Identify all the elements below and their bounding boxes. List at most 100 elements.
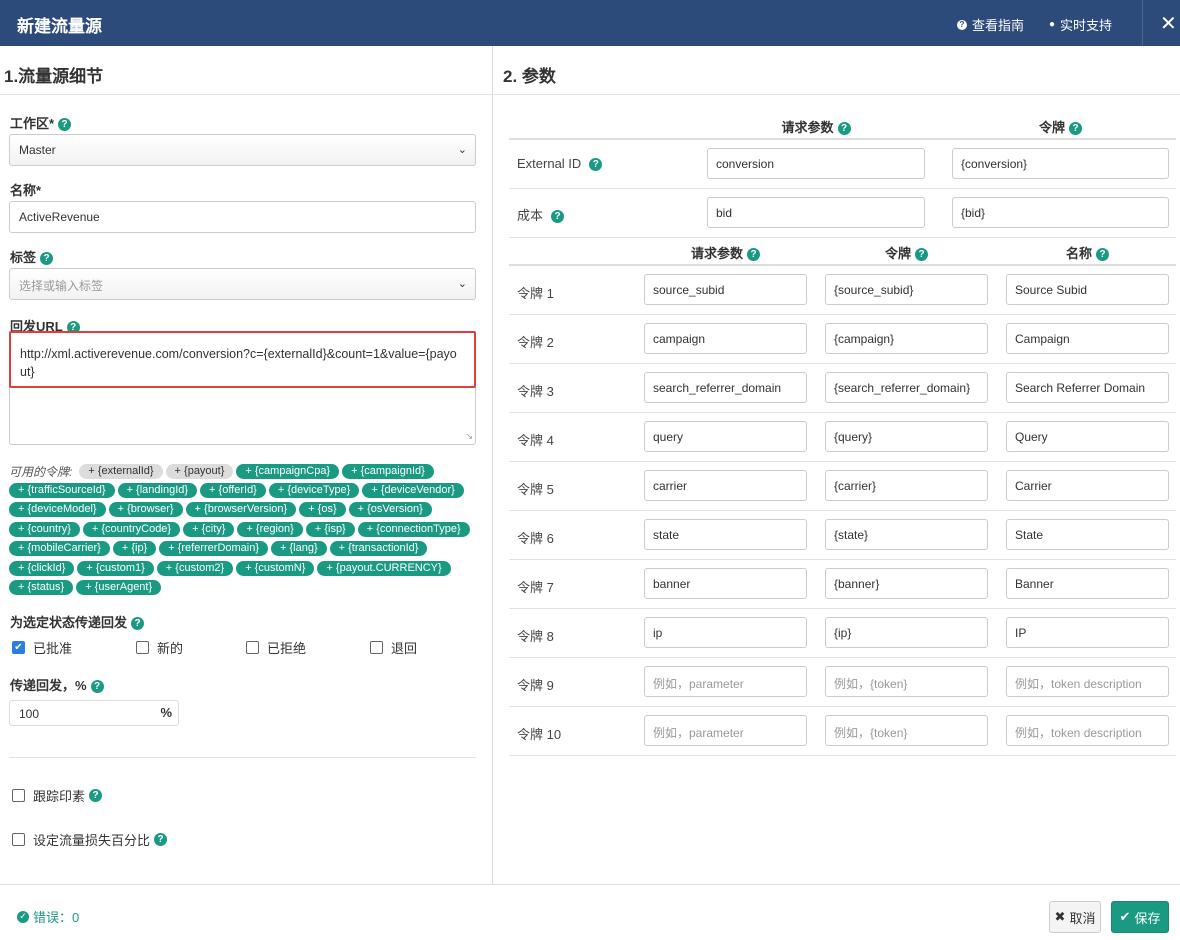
postback-url-textarea[interactable]: http://xml.activerevenue.com/conversion?…: [9, 331, 476, 445]
param-input[interactable]: 例如，parameter: [644, 715, 807, 746]
help-icon[interactable]: ?: [89, 789, 103, 802]
param-input[interactable]: 例如，parameter: [644, 666, 807, 697]
name-input[interactable]: 例如，token description: [1006, 715, 1169, 746]
param-input[interactable]: conversion: [707, 148, 925, 179]
token-chip[interactable]: + {city}: [183, 521, 235, 537]
pass-percent-input[interactable]: 100 %: [9, 700, 179, 726]
name-input[interactable]: Search Referrer Domain: [1006, 372, 1169, 403]
token-input[interactable]: {source_subid}: [825, 274, 988, 305]
param-input[interactable]: bid: [707, 197, 925, 228]
status-checkbox[interactable]: 新的: [136, 638, 183, 657]
token-chip[interactable]: + {osVersion}: [348, 502, 432, 518]
checkbox-icon: [136, 641, 149, 654]
track-impressions-checkbox[interactable]: 跟踪印素?: [12, 786, 103, 805]
token-input[interactable]: {conversion}: [952, 148, 1169, 179]
header-name: 名称?: [1006, 243, 1169, 262]
token-chip[interactable]: + {payout}: [165, 463, 234, 479]
param-input[interactable]: campaign: [644, 323, 807, 354]
token-chip[interactable]: + {country}: [9, 521, 80, 537]
support-link[interactable]: ● 实时支持: [1049, 15, 1112, 34]
token-chip[interactable]: + {os}: [299, 502, 346, 518]
token-input[interactable]: {state}: [825, 519, 988, 550]
name-input[interactable]: Campaign: [1006, 323, 1169, 354]
help-icon[interactable]: ?: [747, 248, 760, 262]
token-chip[interactable]: + {campaignId}: [342, 463, 434, 479]
status-checkbox[interactable]: 已拒绝: [246, 638, 306, 657]
workspace-select[interactable]: Master ⌄: [9, 134, 476, 166]
help-icon[interactable]: ?: [90, 680, 104, 694]
token-chip[interactable]: + {userAgent}: [76, 580, 162, 596]
token-chip[interactable]: + {region}: [237, 521, 303, 537]
header-request-param: 请求参数?: [644, 243, 807, 262]
name-input[interactable]: State: [1006, 519, 1169, 550]
close-button[interactable]: ✕: [1160, 11, 1177, 36]
name-input[interactable]: Source Subid: [1006, 274, 1169, 305]
token-chip[interactable]: + {browserVersion}: [185, 502, 297, 518]
token-chip[interactable]: + {externalId}: [79, 463, 163, 479]
token-chip[interactable]: + {clickId}: [9, 560, 75, 576]
traffic-loss-checkbox[interactable]: 设定流量损失百分比?: [12, 830, 168, 849]
name-input[interactable]: 例如，token description: [1006, 666, 1169, 697]
status-checkbox[interactable]: ✔ 已批准: [12, 638, 72, 657]
token-chip[interactable]: + {connectionType}: [357, 521, 470, 537]
token-input[interactable]: {banner}: [825, 568, 988, 599]
token-input[interactable]: {bid}: [952, 197, 1169, 228]
name-input[interactable]: IP: [1006, 617, 1169, 648]
help-icon[interactable]: ?: [1069, 122, 1082, 136]
help-icon[interactable]: ?: [58, 118, 72, 132]
help-icon[interactable]: ?: [915, 248, 928, 262]
name-input[interactable]: Query: [1006, 421, 1169, 452]
token-chip[interactable]: + {mobileCarrier}: [9, 541, 110, 557]
help-icon[interactable]: ?: [40, 252, 54, 266]
token-chip[interactable]: + {status}: [9, 580, 74, 596]
token-chip[interactable]: + {custom2}: [156, 560, 234, 576]
token-chip[interactable]: + {lang}: [271, 541, 327, 557]
token-chip[interactable]: + {deviceVendor}: [362, 483, 464, 498]
token-input[interactable]: 例如，{token}: [825, 715, 988, 746]
name-input[interactable]: Carrier: [1006, 470, 1169, 501]
help-icon[interactable]: ?: [1096, 248, 1109, 262]
guide-link[interactable]: ? 查看指南: [957, 15, 1024, 34]
help-icon[interactable]: ?: [131, 617, 145, 631]
token-chip[interactable]: + {campaignCpa}: [236, 463, 340, 479]
token-chip[interactable]: + {isp}: [305, 521, 355, 537]
resize-handle-icon[interactable]: ↘: [465, 431, 473, 442]
token-chip[interactable]: + {referrerDomain}: [159, 541, 269, 557]
param-input[interactable]: ip: [644, 617, 807, 648]
status-checkbox[interactable]: 退回: [370, 638, 417, 657]
token-chip[interactable]: + {browser}: [108, 502, 183, 518]
token-input[interactable]: {query}: [825, 421, 988, 452]
token-chip[interactable]: + {landingId}: [117, 483, 198, 498]
tags-select[interactable]: 选择或输入标签 ⌄: [9, 268, 476, 300]
token-input[interactable]: {search_referrer_domain}: [825, 372, 988, 403]
help-icon[interactable]: ?: [551, 210, 565, 224]
param-input[interactable]: banner: [644, 568, 807, 599]
token-chip[interactable]: + {payout.CURRENCY}: [317, 560, 451, 576]
token-chip[interactable]: + {offerId}: [200, 483, 266, 498]
token-chip[interactable]: + {transactionId}: [329, 541, 428, 557]
help-icon[interactable]: ?: [837, 122, 851, 136]
token-chip[interactable]: + {custom1}: [77, 560, 154, 576]
token-chip[interactable]: + {deviceType}: [268, 483, 360, 498]
token-input[interactable]: {ip}: [825, 617, 988, 648]
token-chip[interactable]: + {deviceModel}: [9, 502, 106, 518]
token-input[interactable]: {campaign}: [825, 323, 988, 354]
section-title-params: 2. 参数: [503, 67, 556, 86]
param-input[interactable]: search_referrer_domain: [644, 372, 807, 403]
help-icon[interactable]: ?: [154, 833, 168, 846]
save-button[interactable]: ✔ 保存: [1111, 901, 1169, 933]
param-input[interactable]: state: [644, 519, 807, 550]
token-chip[interactable]: + {trafficSourceId}: [9, 483, 115, 498]
param-input[interactable]: query: [644, 421, 807, 452]
token-input[interactable]: 例如，{token}: [825, 666, 988, 697]
name-input[interactable]: ActiveRevenue: [9, 201, 476, 233]
help-icon[interactable]: ?: [589, 158, 603, 172]
name-input[interactable]: Banner: [1006, 568, 1169, 599]
param-input[interactable]: carrier: [644, 470, 807, 501]
token-chip[interactable]: + {customN}: [236, 560, 315, 576]
token-input[interactable]: {carrier}: [825, 470, 988, 501]
token-chip[interactable]: + {countryCode}: [82, 521, 181, 537]
token-chip[interactable]: + {ip}: [112, 541, 157, 557]
param-input[interactable]: source_subid: [644, 274, 807, 305]
cancel-button[interactable]: ✖ 取消: [1049, 901, 1101, 933]
